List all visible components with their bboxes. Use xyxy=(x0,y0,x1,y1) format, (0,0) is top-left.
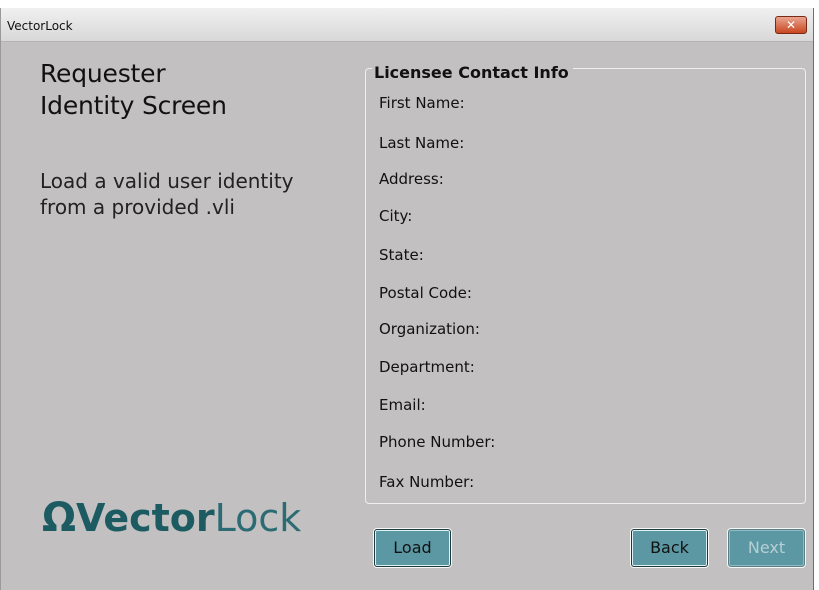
close-icon: ✕ xyxy=(785,18,797,32)
back-button[interactable]: Back xyxy=(631,529,708,567)
page-title-line-1: Requester xyxy=(40,59,166,88)
logo-text-lock: Lock xyxy=(214,496,302,540)
next-button[interactable]: Next xyxy=(728,529,805,567)
logo-text-vector: Vector xyxy=(76,496,215,540)
field-department-label: Department: xyxy=(379,358,475,376)
load-button[interactable]: Load xyxy=(374,529,451,567)
field-fax-number-label: Fax Number: xyxy=(379,473,475,491)
title-bar[interactable]: VectorLock ✕ xyxy=(1,8,813,42)
field-address-label: Address: xyxy=(379,170,444,188)
field-city-label: City: xyxy=(379,207,413,225)
licensee-contact-info-legend: Licensee Contact Info xyxy=(372,63,573,82)
field-last-name-label: Last Name: xyxy=(379,134,465,152)
field-phone-number-label: Phone Number: xyxy=(379,433,496,451)
field-email-label: Email: xyxy=(379,396,426,414)
page-title-line-2: Identity Screen xyxy=(40,91,227,120)
field-state-label: State: xyxy=(379,246,424,264)
page-title: Requester Identity Screen xyxy=(40,58,227,122)
field-postal-code-label: Postal Code: xyxy=(379,284,472,302)
description-line-2: from a provided .vli xyxy=(40,195,235,219)
window-title: VectorLock xyxy=(7,19,73,33)
logo-symbol: Ω xyxy=(42,495,77,541)
field-first-name-label: First Name: xyxy=(379,94,465,112)
field-organization-label: Organization: xyxy=(379,320,480,338)
vectorlock-logo: ΩVectorLock xyxy=(42,495,301,555)
close-button[interactable]: ✕ xyxy=(775,16,807,34)
description-line-1: Load a valid user identity xyxy=(40,169,294,193)
page-description: Load a valid user identity from a provid… xyxy=(40,168,294,220)
